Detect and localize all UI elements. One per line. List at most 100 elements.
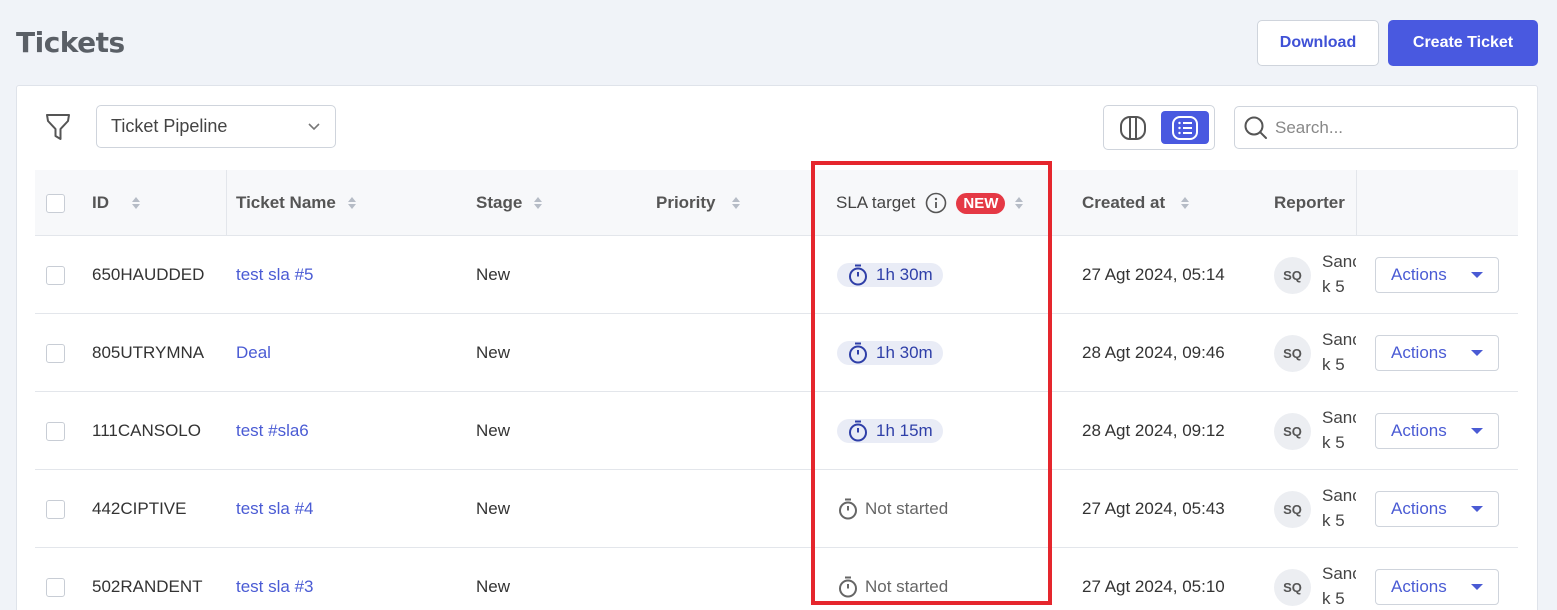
create-ticket-button[interactable]: Create Ticket: [1388, 20, 1538, 66]
actions-dropdown[interactable]: Actions: [1375, 257, 1499, 293]
sla-timer-pill: 1h 30m: [837, 341, 943, 365]
actions-label: Actions: [1391, 499, 1447, 518]
created-at: 28 Agt 2024, 09:46: [1082, 343, 1225, 362]
list-view-button[interactable]: [1161, 111, 1209, 144]
stopwatch-icon: [849, 264, 867, 286]
view-toggle: [1103, 105, 1215, 150]
avatar: SQ: [1274, 334, 1311, 372]
ticket-id: 111CANSOLO: [92, 421, 201, 440]
ticket-name-link[interactable]: test #sla6: [236, 392, 309, 470]
table-row[interactable]: 502RANDENT test sla #3 New Not started 2…: [35, 548, 1518, 610]
sort-icon[interactable]: [1015, 197, 1024, 209]
column-header-label: Created at: [1082, 193, 1166, 212]
table-row[interactable]: 111CANSOLO test #sla6 New 1h 15m 28 Agt …: [35, 392, 1518, 470]
actions-dropdown[interactable]: Actions: [1375, 335, 1499, 371]
actions-label: Actions: [1391, 577, 1447, 596]
sort-icon[interactable]: [1181, 197, 1190, 209]
reporter-name-line: Sanc: [1322, 486, 1356, 505]
column-header-label: ID: [92, 193, 109, 212]
reporter-name-line: k 5: [1322, 433, 1345, 452]
new-badge: NEW: [956, 192, 1006, 214]
actions-dropdown[interactable]: Actions: [1375, 413, 1499, 449]
ticket-stage: New: [476, 265, 511, 284]
row-select-cell: [46, 548, 65, 610]
reporter-avatar-cell: SQ: [1274, 392, 1311, 470]
reporter-name-line: k 5: [1322, 511, 1345, 530]
row-select-cell: [46, 314, 65, 392]
actions-label: Actions: [1391, 265, 1447, 284]
table-row[interactable]: 442CIPTIVE test sla #4 New Not started 2…: [35, 470, 1518, 548]
filter-icon[interactable]: [44, 112, 72, 142]
actions-label: Actions: [1391, 421, 1447, 440]
reporter-name: Sanc k 5: [1322, 561, 1356, 610]
reporter-name-line: Sanc: [1322, 330, 1356, 349]
sla-not-started: Not started: [837, 498, 948, 520]
row-checkbox[interactable]: [46, 343, 65, 363]
search-input[interactable]: [1275, 117, 1505, 138]
column-header-stage[interactable]: Stage: [476, 170, 543, 236]
ticket-name-link[interactable]: test sla #3: [236, 548, 314, 610]
actions-dropdown[interactable]: Actions: [1375, 569, 1499, 605]
avatar: SQ: [1274, 256, 1311, 294]
page-title: Tickets: [16, 26, 125, 59]
sla-target: 1h 30m: [837, 314, 943, 392]
column-header-label: Priority: [656, 193, 716, 212]
reporter-name-line: k 5: [1322, 277, 1345, 296]
download-button[interactable]: Download: [1257, 20, 1379, 66]
avatar: SQ: [1274, 490, 1311, 528]
stopwatch-icon: [839, 576, 857, 598]
column-header-label: SLA target: [836, 193, 916, 212]
column-header-priority[interactable]: Priority: [656, 170, 740, 236]
header-select-all: [46, 170, 65, 236]
ticket-name-link[interactable]: test sla #4: [236, 470, 314, 548]
ticket-stage: New: [476, 577, 511, 596]
ticket-stage: New: [476, 499, 511, 518]
actions-cell: Actions: [1375, 548, 1499, 610]
info-icon[interactable]: [925, 192, 947, 214]
select-all-checkbox[interactable]: [46, 193, 65, 213]
sort-icon[interactable]: [731, 197, 740, 209]
reporter-name-line: k 5: [1322, 355, 1345, 374]
column-header-created[interactable]: Created at: [1082, 170, 1190, 236]
row-select-cell: [46, 236, 65, 314]
stopwatch-icon: [849, 342, 867, 364]
ticket-id: 805UTRYMNA: [92, 343, 205, 362]
pipeline-select[interactable]: Ticket Pipeline: [96, 105, 336, 148]
actions-cell: Actions: [1375, 236, 1499, 314]
caret-down-icon: [1471, 272, 1483, 278]
actions-dropdown[interactable]: Actions: [1375, 491, 1499, 527]
sort-icon[interactable]: [132, 197, 140, 209]
sla-value: 1h 30m: [876, 343, 933, 362]
sort-icon[interactable]: [534, 197, 543, 209]
sort-icon[interactable]: [347, 197, 356, 209]
reporter-name: Sanc k 5: [1322, 249, 1356, 299]
ticket-name-link[interactable]: test sla #5: [236, 236, 314, 314]
ticket-name-link[interactable]: Deal: [236, 314, 271, 392]
row-checkbox[interactable]: [46, 499, 65, 519]
created-at: 27 Agt 2024, 05:10: [1082, 577, 1225, 596]
reporter-avatar-cell: SQ: [1274, 470, 1311, 548]
row-checkbox[interactable]: [46, 265, 65, 285]
table-row[interactable]: 805UTRYMNA Deal New 1h 30m 28 Agt 2024, …: [35, 314, 1518, 392]
created-at: 27 Agt 2024, 05:14: [1082, 265, 1225, 284]
column-header-id[interactable]: ID: [92, 170, 140, 236]
column-header-reporter: Reporter: [1274, 170, 1345, 236]
reporter-avatar-cell: SQ: [1274, 236, 1311, 314]
reporter-name-line: k 5: [1322, 589, 1345, 608]
row-select-cell: [46, 392, 65, 470]
column-header-sla[interactable]: SLA target NEW: [836, 170, 1024, 236]
reporter-name-line: Sanc: [1322, 252, 1356, 271]
column-header-name[interactable]: Ticket Name: [236, 170, 356, 236]
reporter-name: Sanc k 5: [1322, 483, 1356, 533]
stopwatch-icon: [839, 498, 857, 520]
search-icon: [1244, 116, 1267, 139]
sla-target: Not started: [837, 548, 948, 610]
row-checkbox[interactable]: [46, 421, 65, 441]
sla-value: 1h 30m: [876, 265, 933, 284]
board-view-button[interactable]: [1109, 111, 1157, 144]
reporter-avatar-cell: SQ: [1274, 548, 1311, 610]
sla-timer-pill: 1h 30m: [837, 263, 943, 287]
created-at: 27 Agt 2024, 05:43: [1082, 499, 1225, 518]
row-checkbox[interactable]: [46, 577, 65, 597]
table-row[interactable]: 650HAUDDED test sla #5 New 1h 30m 27 Agt…: [35, 236, 1518, 314]
